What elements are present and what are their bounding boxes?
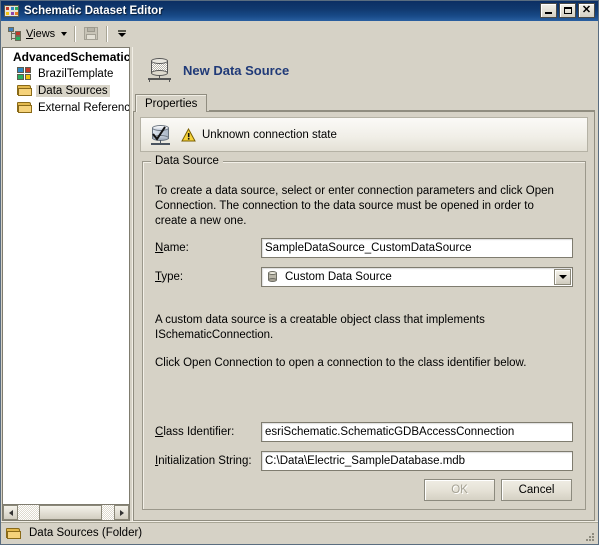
class-identifier-label: Class Identifier: bbox=[155, 426, 235, 438]
cancel-button[interactable]: Cancel bbox=[501, 479, 572, 501]
status-bar: Data Sources (Folder) bbox=[1, 521, 598, 544]
toolbar-separator-1 bbox=[74, 25, 77, 42]
tree-root-label: AdvancedSchematic bbox=[13, 50, 130, 64]
save-button[interactable] bbox=[80, 23, 102, 45]
type-combobox[interactable]: Custom Data Source bbox=[261, 267, 573, 287]
schematic-tree[interactable]: AdvancedSchematic BrazilTemplate Data So… bbox=[2, 47, 130, 505]
tree-item-external-references[interactable]: External References bbox=[3, 99, 129, 116]
toolbar-overflow-icon[interactable] bbox=[118, 30, 127, 37]
connection-state-bar: Unknown connection state bbox=[140, 117, 588, 152]
details-header: New Data Source bbox=[133, 47, 595, 90]
tree-pane: AdvancedSchematic BrazilTemplate Data So… bbox=[1, 47, 132, 521]
scroll-track[interactable] bbox=[18, 505, 114, 520]
tree-horizontal-scrollbar[interactable] bbox=[2, 505, 130, 521]
toolbar-separator-2 bbox=[106, 25, 109, 42]
name-input[interactable]: SampleDataSource_CustomDataSource bbox=[261, 238, 573, 258]
warning-triangle-icon bbox=[181, 127, 196, 142]
type-label: Type: bbox=[155, 271, 184, 283]
tab-properties[interactable]: Properties bbox=[135, 94, 208, 112]
tree-item-data-sources[interactable]: Data Sources bbox=[3, 82, 129, 99]
tab-strip-filler bbox=[209, 90, 595, 111]
views-label: Views bbox=[26, 27, 56, 40]
schematic-template-icon bbox=[17, 66, 33, 81]
tree-item-label: Data Sources bbox=[36, 84, 110, 97]
main-body: AdvancedSchematic BrazilTemplate Data So… bbox=[1, 47, 598, 521]
scroll-right-button[interactable] bbox=[114, 505, 129, 520]
scroll-thumb[interactable] bbox=[39, 505, 102, 520]
class-identifier-input[interactable]: esriSchematic.SchematicGDBAccessConnecti… bbox=[261, 422, 573, 442]
toolbar: Views bbox=[1, 21, 598, 47]
name-label: Name: bbox=[155, 242, 189, 254]
window-title: Schematic Dataset Editor bbox=[24, 5, 163, 17]
tree-item-label: External References bbox=[38, 101, 130, 114]
name-field-row: Name: SampleDataSource_CustomDataSource bbox=[155, 238, 573, 258]
groupbox-description: To create a data source, select or enter… bbox=[155, 185, 554, 227]
maximize-button[interactable] bbox=[559, 3, 576, 18]
initialization-string-input[interactable]: C:\Data\Electric_SampleDatabase.mdb bbox=[261, 451, 573, 471]
folder-icon bbox=[17, 84, 33, 97]
chevron-down-icon[interactable] bbox=[554, 269, 571, 285]
initialization-string-row: Initialization String: C:\Data\Electric_… bbox=[155, 451, 573, 471]
data-source-icon bbox=[145, 55, 175, 85]
minimize-button[interactable] bbox=[540, 3, 557, 18]
custom-source-description-line1: A custom data source is a creatable obje… bbox=[155, 314, 485, 326]
database-small-icon bbox=[265, 270, 280, 284]
tree-item-label: BrazilTemplate bbox=[38, 67, 114, 80]
details-pane: New Data Source Properties Unknown conne… bbox=[132, 47, 598, 521]
status-text: Data Sources (Folder) bbox=[29, 527, 143, 539]
folder-icon bbox=[17, 101, 33, 114]
groupbox-spacer bbox=[155, 371, 573, 413]
window-controls: ✕ bbox=[540, 3, 595, 18]
dialog-buttons: OK Cancel bbox=[155, 479, 572, 501]
views-button[interactable]: Views bbox=[5, 23, 70, 45]
class-identifier-row: Class Identifier: esriSchematic.Schemati… bbox=[155, 422, 573, 442]
custom-source-description: A custom data source is a creatable obje… bbox=[155, 313, 573, 343]
schematic-dataset-icon bbox=[4, 4, 20, 18]
type-combobox-value: Custom Data Source bbox=[285, 271, 392, 283]
chevron-down-icon[interactable] bbox=[61, 31, 68, 36]
data-source-groupbox: Data Source To create a data source, sel… bbox=[142, 155, 586, 510]
custom-source-description-line2: ISchematicConnection. bbox=[155, 329, 274, 341]
views-tree-icon bbox=[8, 26, 23, 41]
type-field-row: Type: Custom Data Source bbox=[155, 267, 573, 287]
connection-state-label: Unknown connection state bbox=[202, 128, 337, 141]
schematic-dataset-editor-window: Schematic Dataset Editor ✕ Views Advance… bbox=[0, 0, 599, 545]
save-disk-icon bbox=[83, 26, 99, 41]
tree-root-node[interactable]: AdvancedSchematic bbox=[3, 48, 129, 65]
folder-icon bbox=[6, 527, 22, 540]
tree-item-brazil-template[interactable]: BrazilTemplate bbox=[3, 65, 129, 82]
database-check-icon bbox=[149, 123, 173, 147]
scroll-left-button[interactable] bbox=[3, 505, 18, 520]
initialization-string-label: Initialization String: bbox=[155, 455, 252, 467]
properties-panel: Unknown connection state Data Source To … bbox=[133, 111, 595, 521]
groupbox-title: Data Source bbox=[151, 155, 223, 167]
resize-grip[interactable] bbox=[585, 532, 595, 542]
open-connection-hint: Click Open Connection to open a connecti… bbox=[155, 357, 527, 369]
page-title: New Data Source bbox=[183, 62, 290, 78]
ok-button[interactable]: OK bbox=[424, 479, 495, 501]
close-button[interactable]: ✕ bbox=[578, 3, 595, 18]
title-bar: Schematic Dataset Editor ✕ bbox=[1, 1, 598, 21]
views-label-rest: iews bbox=[33, 27, 56, 40]
tab-strip: Properties bbox=[133, 90, 595, 112]
